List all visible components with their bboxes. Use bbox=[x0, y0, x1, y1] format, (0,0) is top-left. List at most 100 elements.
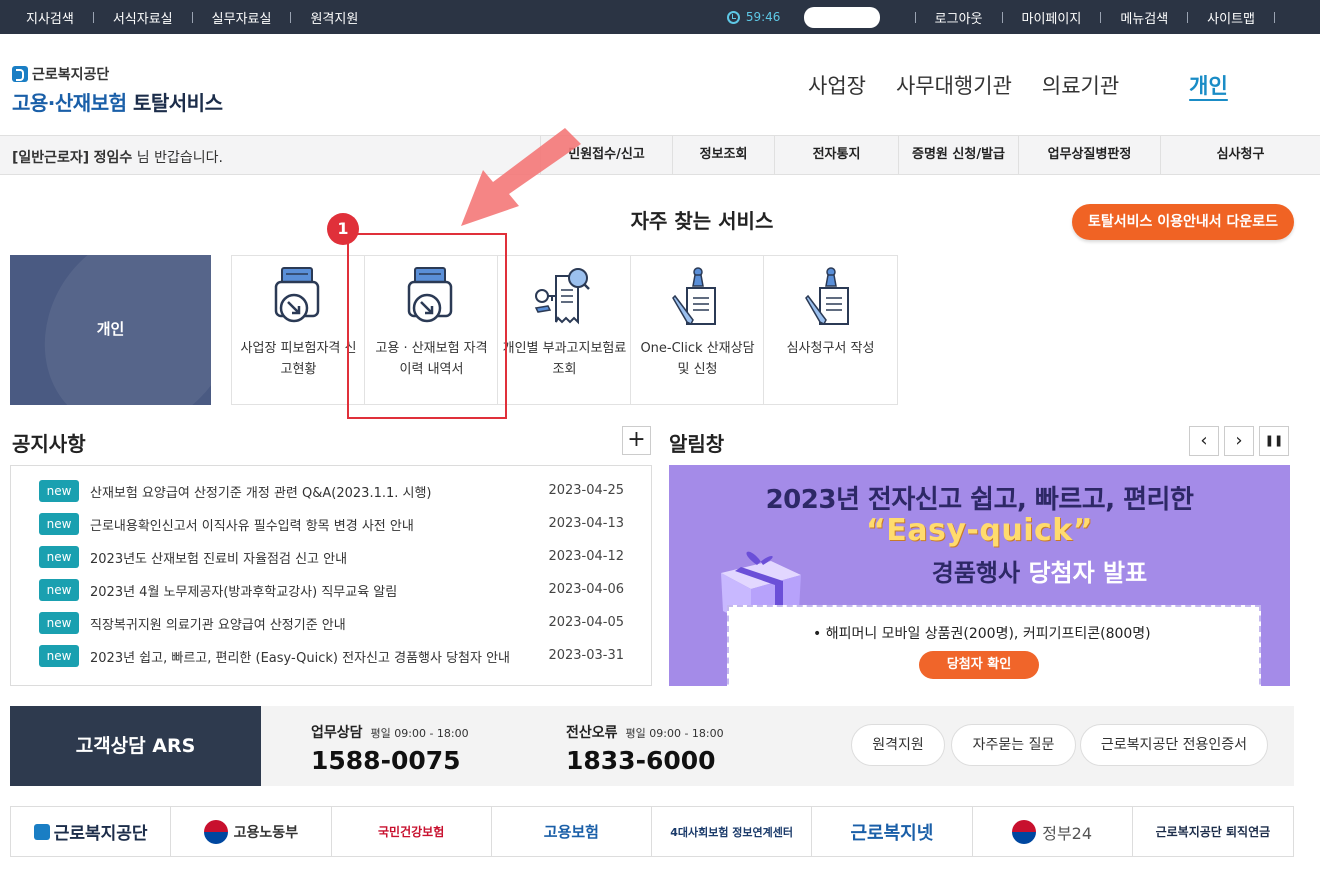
divider bbox=[290, 11, 292, 23]
notices-title: 공지사항 bbox=[12, 432, 86, 456]
nav-medical[interactable]: 의료기관 bbox=[1042, 70, 1119, 100]
notice-title: 2023년 4월 노무제공자(방과후학교강사) 직무교육 알림 bbox=[90, 585, 398, 600]
taeguk-icon bbox=[1012, 819, 1037, 844]
service-review-request-write[interactable]: 심사청구서 작성 bbox=[764, 256, 897, 404]
submenu-certificate[interactable]: 증명원 신청/발급 bbox=[898, 136, 1018, 174]
login-extend-button[interactable]: 로그인연장 bbox=[804, 6, 880, 28]
banner-easy-quick: “Easy-quick” bbox=[866, 513, 1093, 548]
notice-date: 2023-04-05 bbox=[548, 615, 624, 630]
page: 지사검색 서식자료실 실무자료실 원격지원 59:46 로그인연장 로그아웃 마… bbox=[0, 0, 1320, 881]
sitemap-link[interactable]: 사이트맵 bbox=[1207, 8, 1255, 27]
taeguk-icon bbox=[203, 819, 228, 844]
service-one-click-counsel[interactable]: One-Click 산재상담 및 신청 bbox=[631, 256, 764, 404]
certificate-button[interactable]: 근로복지공단 전용인증서 bbox=[1080, 724, 1268, 766]
winner-check-button[interactable]: 당첨자 확인 bbox=[919, 651, 1039, 679]
pointer-arrow-icon bbox=[461, 128, 581, 226]
guide-download-button[interactable]: 토탈서비스 이용안내서 다운로드 bbox=[1072, 204, 1294, 240]
remote-support-link[interactable]: 원격지원 bbox=[310, 8, 358, 27]
banner-headline: 2023년 전자신고 쉽고, 빠르고, 편리한 bbox=[765, 485, 1194, 515]
logo-retirement-pension[interactable]: 근로복지공단 퇴직연금 bbox=[1133, 807, 1293, 856]
notice-item[interactable]: new 근로내용확인신고서 이직사유 필수입력 항목 변경 사전 안내 2023… bbox=[39, 513, 629, 535]
submenu-review-request[interactable]: 심사청구 bbox=[1160, 136, 1320, 174]
notice-item[interactable]: new 2023년 4월 노무제공자(방과후학교강사) 직무교육 알림 2023… bbox=[39, 579, 629, 601]
notice-title: 근로내용확인신고서 이직사유 필수입력 항목 변경 사전 안내 bbox=[90, 519, 414, 534]
new-badge: new bbox=[39, 612, 79, 634]
service-workplace-insured-report[interactable]: 사업장 피보험자격 신고현황 bbox=[232, 256, 365, 404]
notice-date: 2023-04-13 bbox=[548, 516, 624, 531]
session-timer-value: 59:46 bbox=[745, 10, 781, 24]
submenu-info-inquiry[interactable]: 정보조회 bbox=[672, 136, 774, 174]
ars-number: 1588-0075 bbox=[311, 746, 461, 775]
logo-moel[interactable]: 고용노동부 bbox=[171, 807, 332, 856]
kcomwel-logo-icon bbox=[33, 823, 50, 840]
submenu-disease-judgment[interactable]: 업무상질병판정 bbox=[1018, 136, 1160, 174]
logo-text: 4대사회보험 정보연계센터 bbox=[670, 825, 794, 839]
notice-date: 2023-03-31 bbox=[548, 648, 624, 663]
notice-item[interactable]: new 2023년 쉽고, 빠르고, 편리한 (Easy-Quick) 전자신고… bbox=[39, 645, 629, 667]
pen-document-icon bbox=[672, 267, 716, 326]
submenu-e-notice[interactable]: 전자통지 bbox=[774, 136, 898, 174]
clock-icon bbox=[726, 10, 740, 24]
logo-text: 근로복지넷 bbox=[850, 822, 934, 844]
banner-next-button[interactable]: › bbox=[1224, 426, 1254, 456]
menu-search-link[interactable]: 메뉴검색 bbox=[1120, 8, 1168, 27]
alert-banner[interactable]: 2023년 전자신고 쉽고, 빠르고, 편리한 “Easy-quick” 경품행… bbox=[669, 465, 1290, 686]
remote-support-button[interactable]: 원격지원 bbox=[851, 724, 945, 766]
personal-category-card[interactable]: 개인 bbox=[10, 255, 211, 405]
logout-link[interactable]: 로그아웃 bbox=[935, 8, 983, 27]
notices-more-button[interactable]: + bbox=[622, 426, 651, 455]
logo-gov24[interactable]: 정부24 bbox=[973, 807, 1133, 856]
new-badge: new bbox=[39, 513, 79, 535]
divider bbox=[191, 11, 193, 23]
logo-service-name: 고용·산재보험 bbox=[12, 91, 127, 115]
divider bbox=[1001, 11, 1003, 23]
banner-prev-button[interactable]: ‹ bbox=[1189, 426, 1219, 456]
banner-pause-button[interactable]: ❚❚ bbox=[1259, 426, 1289, 456]
practice-library-link[interactable]: 실무자료실 bbox=[212, 8, 272, 27]
logo-kcomwel[interactable]: 근로복지공단 bbox=[11, 807, 172, 856]
ars-hours: 평일 09:00 - 18:00 bbox=[625, 727, 724, 740]
sub-menu: 민원접수/신고 정보조회 전자통지 증명원 신청/발급 업무상질병판정 심사청구 bbox=[540, 136, 1320, 174]
logo-service-suffix: 토탈서비스 bbox=[132, 91, 223, 115]
document-printer-icon bbox=[274, 267, 320, 323]
divider bbox=[1274, 11, 1275, 23]
new-badge: new bbox=[39, 546, 79, 568]
divider bbox=[914, 11, 916, 23]
session-timer: 59:46 bbox=[726, 10, 781, 24]
faq-button[interactable]: 자주묻는 질문 bbox=[951, 724, 1076, 766]
customer-service-bar: 고객상담 ARS 업무상담 평일 09:00 - 18:00 1588-0075 … bbox=[10, 706, 1294, 786]
nav-workplace[interactable]: 사업장 bbox=[808, 70, 866, 100]
site-logo[interactable]: 근로복지공단 고용·산재보험 토탈서비스 bbox=[12, 64, 223, 116]
new-badge: new bbox=[39, 579, 79, 601]
notice-item[interactable]: new 직장복귀지원 의료기관 요양급여 산정기준 안내 2023-04-05 bbox=[39, 612, 629, 634]
logo-text: 국민건강보험 bbox=[378, 825, 445, 839]
logo-nhis[interactable]: 국민건강보험 bbox=[332, 807, 492, 856]
logo-text: 근로복지공단 bbox=[53, 824, 148, 844]
logo-employment-insurance[interactable]: 고용보험 bbox=[492, 807, 652, 856]
notice-title: 2023년도 산재보험 진료비 자율점검 신고 안내 bbox=[90, 552, 348, 567]
notice-title: 직장복귀지원 의료기관 요양급여 산정기준 안내 bbox=[90, 618, 346, 633]
forms-library-link[interactable]: 서식자료실 bbox=[113, 8, 173, 27]
service-grid: 사업장 피보험자격 신고현황 고용 · 산재보험 자격 이력 내역서 개인별 부… bbox=[231, 255, 898, 405]
service-label: 사업장 피보험자격 신고현황 bbox=[240, 341, 357, 377]
divider bbox=[1100, 11, 1102, 23]
service-premium-inquiry[interactable]: 개인별 부과고지보험료 조회 bbox=[498, 256, 631, 404]
notice-date: 2023-04-06 bbox=[548, 582, 624, 597]
notice-title: 산재보험 요양급여 산정기준 개정 관련 Q&A(2023.1.1. 시행) bbox=[90, 486, 432, 501]
notice-item[interactable]: new 산재보험 요양급여 산정기준 개정 관련 Q&A(2023.1.1. 시… bbox=[39, 480, 629, 502]
logo-text: 정부24 bbox=[1042, 823, 1093, 843]
category-label: 개인 bbox=[96, 320, 125, 338]
nav-personal[interactable]: 개인 bbox=[1189, 70, 1228, 100]
branch-search-link[interactable]: 지사검색 bbox=[26, 8, 74, 27]
highlight-box bbox=[347, 233, 507, 419]
banner-detail-text: • 해피머니 모바일 상품권(200명), 커피기프티콘(800명) bbox=[813, 626, 1151, 642]
logo-4insure[interactable]: 4대사회보험 정보연계센터 bbox=[652, 807, 813, 856]
welcome-message: [일반근로자] 정임수 님 반갑습니다. bbox=[12, 147, 223, 167]
notice-date: 2023-04-25 bbox=[548, 483, 624, 498]
notice-item[interactable]: new 2023년도 산재보험 진료비 자율점검 신고 안내 2023-04-1… bbox=[39, 546, 629, 568]
logo-welfare-net[interactable]: 근로복지넷 bbox=[812, 807, 973, 856]
sub-menu-bar: [일반근로자] 정임수 님 반갑습니다. 민원접수/신고 정보조회 전자통지 증… bbox=[0, 135, 1320, 175]
banner-detail-card: • 해피머니 모바일 상품권(200명), 커피기프티콘(800명) 당첨자 확… bbox=[727, 605, 1261, 686]
mypage-link[interactable]: 마이페이지 bbox=[1022, 8, 1082, 27]
nav-agency[interactable]: 사무대행기관 bbox=[896, 70, 1012, 100]
